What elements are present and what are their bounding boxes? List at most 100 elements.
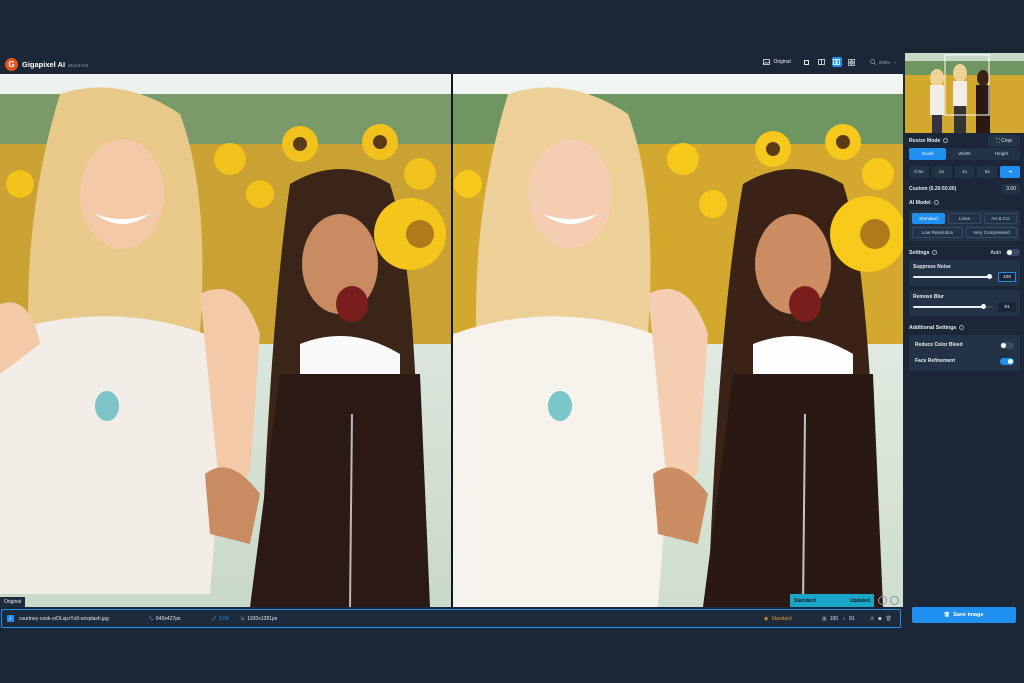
scale-factor: ⤢ 3.00 xyxy=(212,616,229,622)
app-logo-icon: G xyxy=(5,58,18,71)
cancel-icon[interactable]: ⊘ xyxy=(870,616,874,622)
additional-settings-title: Additional Settings xyxy=(909,324,957,331)
scale-option-0-5x[interactable]: 0.5x xyxy=(909,166,929,178)
resize-mode-title: Resize Mode xyxy=(909,137,941,144)
model-low-resolution[interactable]: Low Resolution xyxy=(912,227,963,238)
tab-scale[interactable]: Scale xyxy=(909,148,946,160)
scale-option-2x[interactable]: 2x xyxy=(931,166,952,178)
suppress-noise-slider[interactable] xyxy=(913,274,993,279)
ai-model-section: AI Model Standard Lines Art & CG Low Res… xyxy=(905,195,1024,241)
chevron-down-icon: ⌄ xyxy=(893,59,897,64)
input-size: ⤡ 640x427px xyxy=(149,616,180,622)
zoom-out-icon[interactable] xyxy=(878,596,887,605)
suppress-noise-fill xyxy=(913,276,989,278)
trash-icon[interactable]: 🗑 xyxy=(885,616,891,622)
app-logo-letter: G xyxy=(8,60,15,69)
custom-scale-label: Custom (0.20-50.00) xyxy=(909,186,957,192)
split-view-icon xyxy=(818,59,826,65)
remove-blur-fill xyxy=(913,306,984,308)
grid-view-button[interactable] xyxy=(847,57,857,67)
suppress-noise-control: Suppress Noise 100 xyxy=(909,260,1020,286)
file-list-row[interactable]: ✓ courtney-cook-xrDLsjsrYz8-unsplash.jpg… xyxy=(1,609,901,628)
checkmark-icon: ✓ xyxy=(8,615,13,622)
state-model: Standard xyxy=(794,597,816,604)
file-checkbox[interactable]: ✓ xyxy=(7,615,14,622)
state-status: Updated xyxy=(850,597,870,604)
save-image-button[interactable]: 🖫 Save Image xyxy=(912,607,1016,623)
app-name: Gigapixel AI xyxy=(22,60,66,69)
info-icon[interactable] xyxy=(943,137,949,143)
model-very-compressed[interactable]: Very Compressed xyxy=(966,227,1017,238)
tab-width[interactable]: Width xyxy=(946,148,983,160)
output-icon: ⇲ xyxy=(240,615,245,622)
thumbnail-image xyxy=(905,53,1024,133)
remove-blur-handle[interactable] xyxy=(981,304,987,309)
ai-model-title: AI Model xyxy=(909,199,931,206)
custom-scale-input[interactable]: 3.00 xyxy=(1002,184,1020,194)
compare-controls xyxy=(878,596,899,605)
remove-blur-slider[interactable] xyxy=(913,304,993,309)
file-name: courtney-cook-xrDLsjsrYz8-unsplash.jpg xyxy=(19,615,109,622)
crop-label: Crop xyxy=(1001,137,1012,144)
processing-state-bar: Standard Updated xyxy=(790,594,874,607)
original-photo xyxy=(0,74,451,607)
processed-photo xyxy=(453,74,903,607)
single-view-button[interactable] xyxy=(802,57,812,67)
remove-blur-input[interactable]: 91 xyxy=(998,302,1016,312)
file-noise: ▦ 100 xyxy=(822,616,838,622)
save-image-label: Save Image xyxy=(953,612,984,618)
file-actions: ⊘ ☻ 🗑 xyxy=(870,616,892,622)
zoom-control[interactable]: 200% ⌄ xyxy=(869,59,897,65)
noise-icon: ▦ xyxy=(822,615,827,622)
info-icon[interactable] xyxy=(933,199,939,205)
auto-label: Auto xyxy=(990,249,1001,256)
info-icon[interactable] xyxy=(959,324,965,330)
reduce-color-bleed-toggle[interactable] xyxy=(1000,341,1014,349)
scale-option-custom[interactable]: ⇥ xyxy=(1000,166,1020,178)
scale-options: 0.5x 2x 4x 6x ⇥ xyxy=(909,166,1020,178)
tab-height[interactable]: Height xyxy=(983,148,1020,160)
grid-view-icon xyxy=(848,58,856,66)
scale-value: 3.00 xyxy=(219,615,229,622)
side-by-side-icon xyxy=(833,59,841,65)
model-art-cg[interactable]: Art & CG xyxy=(984,213,1017,224)
original-toggle-button[interactable]: Original xyxy=(763,59,791,65)
settings-panel: Resize Mode ⛶ Crop Scale Width Height 0.… xyxy=(905,53,1024,633)
image-icon xyxy=(763,59,771,65)
side-by-side-view-button[interactable] xyxy=(831,57,842,67)
scale-option-4x[interactable]: 4x xyxy=(954,166,975,178)
save-icon: 🖫 xyxy=(944,611,950,618)
processed-preview-pane[interactable] xyxy=(453,74,903,607)
file-model-value: Standard xyxy=(771,615,792,622)
split-view-button[interactable] xyxy=(817,57,827,67)
custom-scale-row: Custom (0.20-50.00) 3.00 xyxy=(909,183,1020,195)
resize-mode-section: Resize Mode ⛶ Crop Scale Width Height 0.… xyxy=(905,133,1024,195)
original-preview-pane[interactable]: Original xyxy=(0,74,451,607)
face-refinement-toggle[interactable] xyxy=(1000,357,1014,365)
suppress-noise-input[interactable]: 100 xyxy=(998,272,1016,282)
title-bar: G Gigapixel AI v5.8.0-rc2 Original 200% … xyxy=(0,55,903,74)
face-icon[interactable]: ☻ xyxy=(877,616,882,622)
model-standard[interactable]: Standard xyxy=(912,213,945,224)
settings-section: Settings Auto Suppress Noise 100 Remove … xyxy=(905,245,1024,316)
app-version: v5.8.0-rc2 xyxy=(68,63,89,68)
suppress-noise-label: Suppress Noise xyxy=(913,264,951,270)
auto-toggle[interactable] xyxy=(1006,249,1020,256)
blur-icon: ◐ xyxy=(843,615,847,622)
image-size-icon: ⤡ xyxy=(149,615,154,622)
single-view-icon xyxy=(804,59,810,65)
scale-option-6x[interactable]: 6x xyxy=(977,166,998,178)
file-noise-value: 100 xyxy=(829,615,839,622)
expand-icon: ⤢ xyxy=(212,615,217,622)
additional-settings-section: Additional Settings Reduce Color Bleed F… xyxy=(905,320,1024,371)
resize-mode-tabs: Scale Width Height xyxy=(909,148,1020,160)
model-lines[interactable]: Lines xyxy=(948,213,981,224)
suppress-noise-handle[interactable] xyxy=(987,274,992,279)
crop-button[interactable]: ⛶ Crop xyxy=(988,134,1020,147)
info-icon[interactable] xyxy=(932,249,938,255)
zoom-in-icon[interactable] xyxy=(890,596,899,605)
model-icon: ◉ xyxy=(764,615,769,622)
navigator-thumbnail[interactable] xyxy=(905,53,1024,133)
remove-blur-control: Remove Blur 91 xyxy=(909,290,1020,316)
view-toolbar: Original 200% ⌄ xyxy=(763,57,897,67)
